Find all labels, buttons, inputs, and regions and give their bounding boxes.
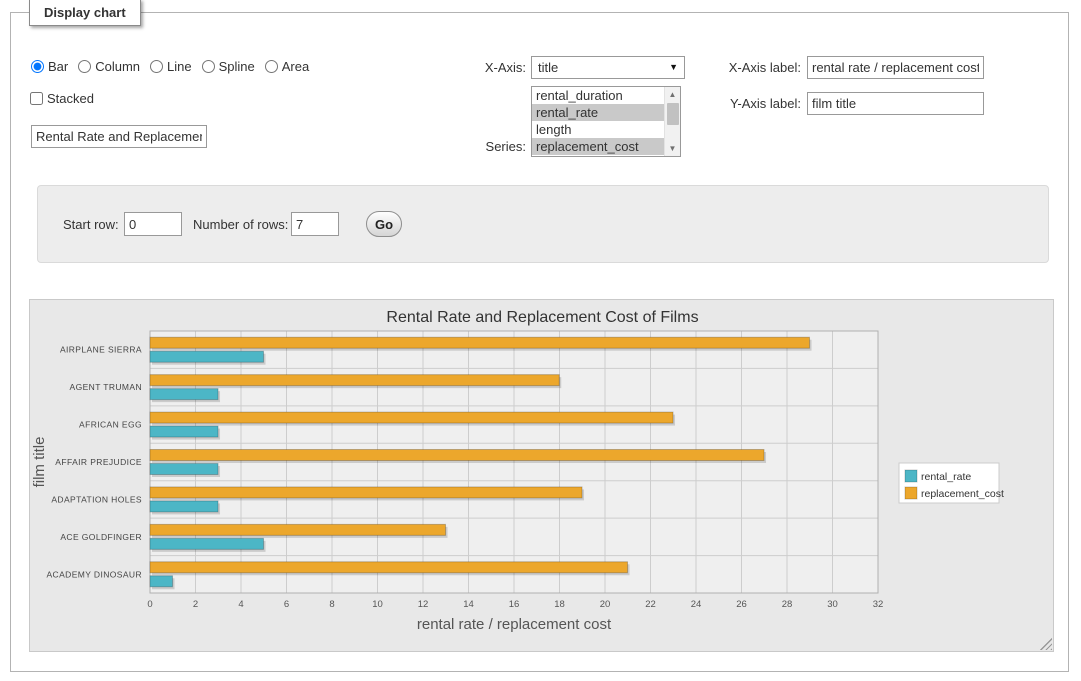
chart-type-option-bar[interactable]: Bar	[31, 59, 68, 74]
x-tick-label: 18	[554, 599, 565, 610]
select-dropdown-arrow-icon: ▼	[669, 63, 678, 72]
stacked-checkbox-row[interactable]: Stacked	[30, 91, 94, 106]
x-tick-label: 12	[418, 599, 429, 610]
chart-type-radio-group: Bar Column Line Spline Area	[31, 59, 319, 74]
category-label: AIRPLANE SIERRA	[60, 345, 142, 355]
bar-replacement_cost	[150, 562, 628, 573]
series-list-items: rental_durationrental_ratelengthreplacem…	[532, 87, 664, 156]
fieldset-legend: Display chart	[29, 0, 141, 26]
x-tick-label: 8	[329, 599, 334, 610]
go-button[interactable]: Go	[366, 211, 402, 237]
chart-title-input[interactable]	[31, 125, 207, 148]
scroll-up-icon[interactable]: ▲	[665, 87, 681, 102]
x-tick-label: 6	[284, 599, 289, 610]
legend-swatch-rental_rate	[905, 470, 917, 482]
y-axis-label-caption: Y-Axis label:	[711, 96, 801, 112]
x-tick-label: 10	[372, 599, 383, 610]
x-tick-label: 4	[238, 599, 243, 610]
x-tick-label: 22	[645, 599, 656, 610]
chart-y-axis-title: film title	[31, 437, 48, 488]
chart-type-option-area[interactable]: Area	[265, 59, 309, 74]
x-tick-label: 26	[736, 599, 747, 610]
radio-label: Spline	[219, 59, 255, 74]
bar-rental_rate	[150, 538, 264, 549]
stacked-label: Stacked	[47, 91, 94, 106]
category-label: AFFAIR PREJUDICE	[55, 457, 142, 467]
x-tick-label: 14	[463, 599, 474, 610]
start-row-label: Start row:	[63, 217, 119, 233]
x-tick-label: 24	[691, 599, 702, 610]
start-row-input[interactable]	[124, 212, 182, 236]
x-axis-select-label: X-Axis:	[441, 60, 526, 76]
x-tick-label: 16	[509, 599, 520, 610]
category-label: ACE GOLDFINGER	[60, 532, 142, 542]
series-scrollbar[interactable]: ▲ ▼	[664, 87, 680, 156]
bar-chart: AIRPLANE SIERRA AGENT TRUMAN AFRICAN EGG AF…	[30, 300, 1055, 651]
chart-panel: AIRPLANE SIERRA AGENT TRUMAN AFRICAN EGG AF…	[29, 299, 1054, 652]
series-select-label: Series:	[441, 139, 526, 155]
radio-spline[interactable]	[202, 60, 215, 73]
number-of-rows-label: Number of rows:	[193, 217, 288, 233]
bar-replacement_cost	[150, 337, 810, 348]
legend-label-rental_rate: rental_rate	[921, 471, 971, 483]
bar-replacement_cost	[150, 375, 559, 386]
x-axis-select[interactable]: title ▼	[531, 56, 685, 79]
chart-type-option-spline[interactable]: Spline	[202, 59, 255, 74]
radio-line[interactable]	[150, 60, 163, 73]
number-of-rows-input[interactable]	[291, 212, 339, 236]
series-option-rental_rate[interactable]: rental_rate	[532, 104, 664, 121]
x-tick-label: 0	[147, 599, 152, 610]
bar-rental_rate	[150, 464, 218, 475]
bar-rental_rate	[150, 501, 218, 512]
bar-replacement_cost	[150, 412, 673, 423]
bar-replacement_cost	[150, 450, 764, 461]
chart-resize-handle-icon[interactable]	[1040, 638, 1052, 650]
category-label: ACADEMY DINOSAUR	[46, 569, 142, 579]
legend-swatch-replacement_cost	[905, 487, 917, 499]
x-tick-label: 28	[782, 599, 793, 610]
radio-label: Column	[95, 59, 140, 74]
x-axis-selected-value: title	[538, 60, 558, 75]
radio-label: Area	[282, 59, 309, 74]
scroll-down-icon[interactable]: ▼	[665, 141, 681, 156]
y-axis-label-input[interactable]	[807, 92, 984, 115]
row-range-panel: Start row: Number of rows: Go	[37, 185, 1049, 263]
bar-replacement_cost	[150, 524, 446, 535]
x-axis-label-caption: X-Axis label:	[711, 60, 801, 76]
x-tick-label: 20	[600, 599, 611, 610]
scrollbar-thumb[interactable]	[667, 103, 679, 125]
series-option-rental_duration[interactable]: rental_duration	[532, 87, 664, 104]
series-option-length[interactable]: length	[532, 121, 664, 138]
bar-rental_rate	[150, 576, 173, 587]
x-tick-label: 2	[193, 599, 198, 610]
category-label: ADAPTATION HOLES	[51, 494, 142, 504]
radio-column[interactable]	[78, 60, 91, 73]
series-listbox[interactable]: rental_durationrental_ratelengthreplacem…	[531, 86, 681, 157]
radio-bar[interactable]	[31, 60, 44, 73]
x-tick-label: 30	[827, 599, 838, 610]
category-label: AGENT TRUMAN	[70, 382, 143, 392]
chart-title: Rental Rate and Replacement Cost of Film…	[386, 309, 698, 326]
series-option-replacement_cost[interactable]: replacement_cost	[532, 138, 664, 155]
radio-label: Line	[167, 59, 192, 74]
x-axis-label-input[interactable]	[807, 56, 984, 79]
legend-label-replacement_cost: replacement_cost	[921, 488, 1004, 500]
display-chart-fieldset: Display chart BarColumnLineSplineArea St…	[10, 12, 1069, 672]
x-tick-label: 32	[873, 599, 884, 610]
bar-replacement_cost	[150, 487, 582, 498]
chart-type-option-line[interactable]: Line	[150, 59, 192, 74]
chart-x-axis-title: rental rate / replacement cost	[417, 616, 612, 633]
bar-rental_rate	[150, 426, 218, 437]
stacked-checkbox[interactable]	[30, 92, 43, 105]
radio-area[interactable]	[265, 60, 278, 73]
category-label: AFRICAN EGG	[79, 420, 142, 430]
bar-rental_rate	[150, 389, 218, 400]
chart-type-option-column[interactable]: Column	[78, 59, 140, 74]
bar-rental_rate	[150, 351, 264, 362]
radio-label: Bar	[48, 59, 68, 74]
